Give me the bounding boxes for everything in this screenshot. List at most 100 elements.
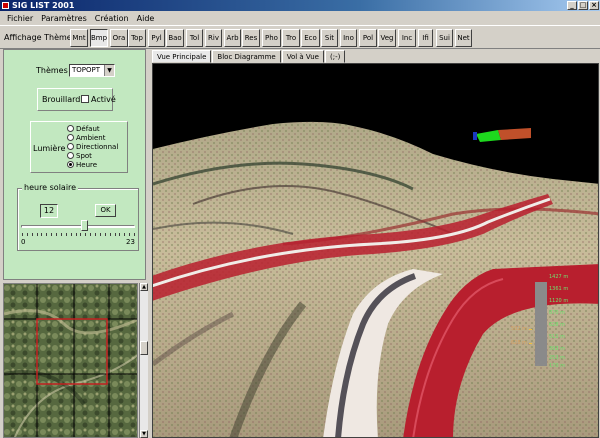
theme-button-riv[interactable]: Riv xyxy=(205,29,222,47)
theme-button-ifi[interactable]: Ifi xyxy=(418,29,433,47)
theme-button-top[interactable]: Top xyxy=(128,29,146,47)
slider-min-label: 0 xyxy=(21,238,26,246)
app-icon xyxy=(2,2,9,9)
view-tabs: Vue Principale Bloc Diagramme Vol à Vue … xyxy=(152,50,346,63)
altitude-label: 1427 m xyxy=(549,274,569,280)
altitude-label: 628 m xyxy=(549,322,566,328)
hour-slider-track[interactable] xyxy=(21,225,135,228)
slider-tick xyxy=(31,233,33,236)
close-button[interactable]: × xyxy=(589,1,599,10)
slider-tick xyxy=(80,233,82,236)
theme-button-arb[interactable]: Arb xyxy=(224,29,241,47)
overview-scrollbar[interactable]: ▲ ▼ xyxy=(139,283,148,438)
fog-checkbox-label[interactable]: Activé xyxy=(91,95,116,104)
slider-tick xyxy=(46,233,48,236)
sun-hour-legend: heure solaire xyxy=(22,183,79,192)
radio-icon[interactable] xyxy=(67,134,74,141)
slider-tick xyxy=(129,233,131,236)
tab-bloc-diagramme[interactable]: Bloc Diagramme xyxy=(212,50,281,63)
altitude-label: 1361 m xyxy=(549,286,569,292)
theme-button-tro[interactable]: Tro xyxy=(282,29,300,47)
slider-tick xyxy=(124,233,126,236)
themes-select[interactable]: TOPOPT ▼ xyxy=(69,64,115,77)
tab-vol-a-vue[interactable]: Vol à Vue xyxy=(281,50,324,63)
slider-tick xyxy=(65,233,67,236)
slider-tick xyxy=(90,233,92,236)
altitude-label: 393 m xyxy=(549,346,566,352)
themes-select-value: TOPOPT xyxy=(72,66,101,74)
theme-button-mnt[interactable]: Mnt xyxy=(70,29,88,47)
theme-button-sui[interactable]: Sui xyxy=(436,29,453,47)
theme-button-pyl[interactable]: Pyl xyxy=(148,29,165,47)
altitude-label: 870 m xyxy=(549,310,566,316)
altitude-label: 253 m xyxy=(549,355,566,361)
slider-tick xyxy=(119,233,121,236)
light-option-heure[interactable]: Heure xyxy=(67,161,97,169)
minimize-button[interactable]: _ xyxy=(567,1,577,10)
slider-tick xyxy=(114,233,116,236)
menu-aide[interactable]: Aide xyxy=(134,14,160,23)
slider-tick xyxy=(95,233,97,236)
radio-icon[interactable] xyxy=(67,152,74,159)
ok-button[interactable]: OK xyxy=(95,204,116,217)
slider-tick xyxy=(41,233,43,236)
slider-tick xyxy=(60,233,62,236)
theme-button-res[interactable]: Res xyxy=(242,29,260,47)
light-option-ambient[interactable]: Ambient xyxy=(67,134,105,142)
light-label: Lumière xyxy=(33,144,66,153)
theme-button-inc[interactable]: Inc xyxy=(398,29,416,47)
theme-button-eco[interactable]: Eco xyxy=(301,29,320,47)
settings-panel: Thèmes TOPOPT ▼ Brouillard Activé Lumièr… xyxy=(3,49,146,280)
overview-map[interactable] xyxy=(3,283,138,438)
hour-slider-thumb[interactable] xyxy=(80,220,88,231)
radio-icon[interactable] xyxy=(67,125,74,132)
theme-button-ora[interactable]: Ora xyxy=(110,29,128,47)
menu-fichier[interactable]: Fichier xyxy=(4,14,38,23)
tab-vue-principale[interactable]: Vue Principale xyxy=(152,50,212,63)
radio-icon[interactable] xyxy=(67,143,74,150)
overview-map-image xyxy=(4,284,137,437)
slider-max-label: 23 xyxy=(126,238,135,246)
theme-button-sit[interactable]: Sit xyxy=(321,29,338,47)
title-bar: SIG LIST 2001 _ □ × xyxy=(0,0,600,11)
menu-parametres[interactable]: Paramètres xyxy=(38,14,92,23)
theme-button-ino[interactable]: Ino xyxy=(340,29,357,47)
slider-tick xyxy=(22,233,23,236)
scroll-thumb[interactable] xyxy=(140,341,148,355)
maximize-button[interactable]: □ xyxy=(578,1,588,10)
altitude-label-left: 502 m xyxy=(511,326,528,332)
sun-hour-field[interactable]: 12 xyxy=(40,204,58,218)
slider-tick xyxy=(85,233,87,236)
scroll-up-icon[interactable]: ▲ xyxy=(140,283,148,291)
altitude-label: 1120 m xyxy=(549,298,569,304)
sun-hour-group: heure solaire 12 OK 0 23 xyxy=(17,183,139,251)
theme-button-pol[interactable]: Pol xyxy=(359,29,377,47)
light-option-spot[interactable]: Spot xyxy=(67,152,92,160)
radio-selected-icon[interactable] xyxy=(67,161,74,168)
light-group: Lumière Défaut Ambient Directionnal Spot… xyxy=(30,121,128,173)
slider-tick xyxy=(134,233,135,236)
altitude-legend-bar xyxy=(535,282,547,366)
chevron-down-icon[interactable]: ▼ xyxy=(104,65,114,76)
slider-tick xyxy=(56,233,58,236)
slider-tick xyxy=(26,233,28,236)
theme-button-bmp[interactable]: Bmp xyxy=(90,29,108,47)
light-option-directionnal[interactable]: Directionnal xyxy=(67,143,118,151)
slider-tick xyxy=(36,233,38,236)
altitude-label: 170 m xyxy=(549,363,566,369)
tab-smiley[interactable]: (;-) xyxy=(325,50,346,63)
theme-button-veg[interactable]: Veg xyxy=(378,29,396,47)
theme-button-net[interactable]: Net xyxy=(455,29,472,47)
fog-checkbox[interactable] xyxy=(81,95,89,103)
theme-button-pho[interactable]: Pho xyxy=(262,29,281,47)
menu-creation[interactable]: Création xyxy=(92,14,134,23)
fog-label: Brouillard xyxy=(42,95,81,104)
altitude-label-left: 628 m xyxy=(511,340,528,346)
slider-tick xyxy=(70,233,72,236)
legend-marker xyxy=(529,329,532,330)
main-3d-view[interactable]: 1427 m 1361 m 1120 m 870 m 628 m 511 m 3… xyxy=(152,63,599,438)
theme-button-tol[interactable]: Tol xyxy=(186,29,203,47)
theme-button-bao[interactable]: Bao xyxy=(166,29,184,47)
scroll-down-icon[interactable]: ▼ xyxy=(140,430,148,438)
light-option-defaut[interactable]: Défaut xyxy=(67,125,100,133)
